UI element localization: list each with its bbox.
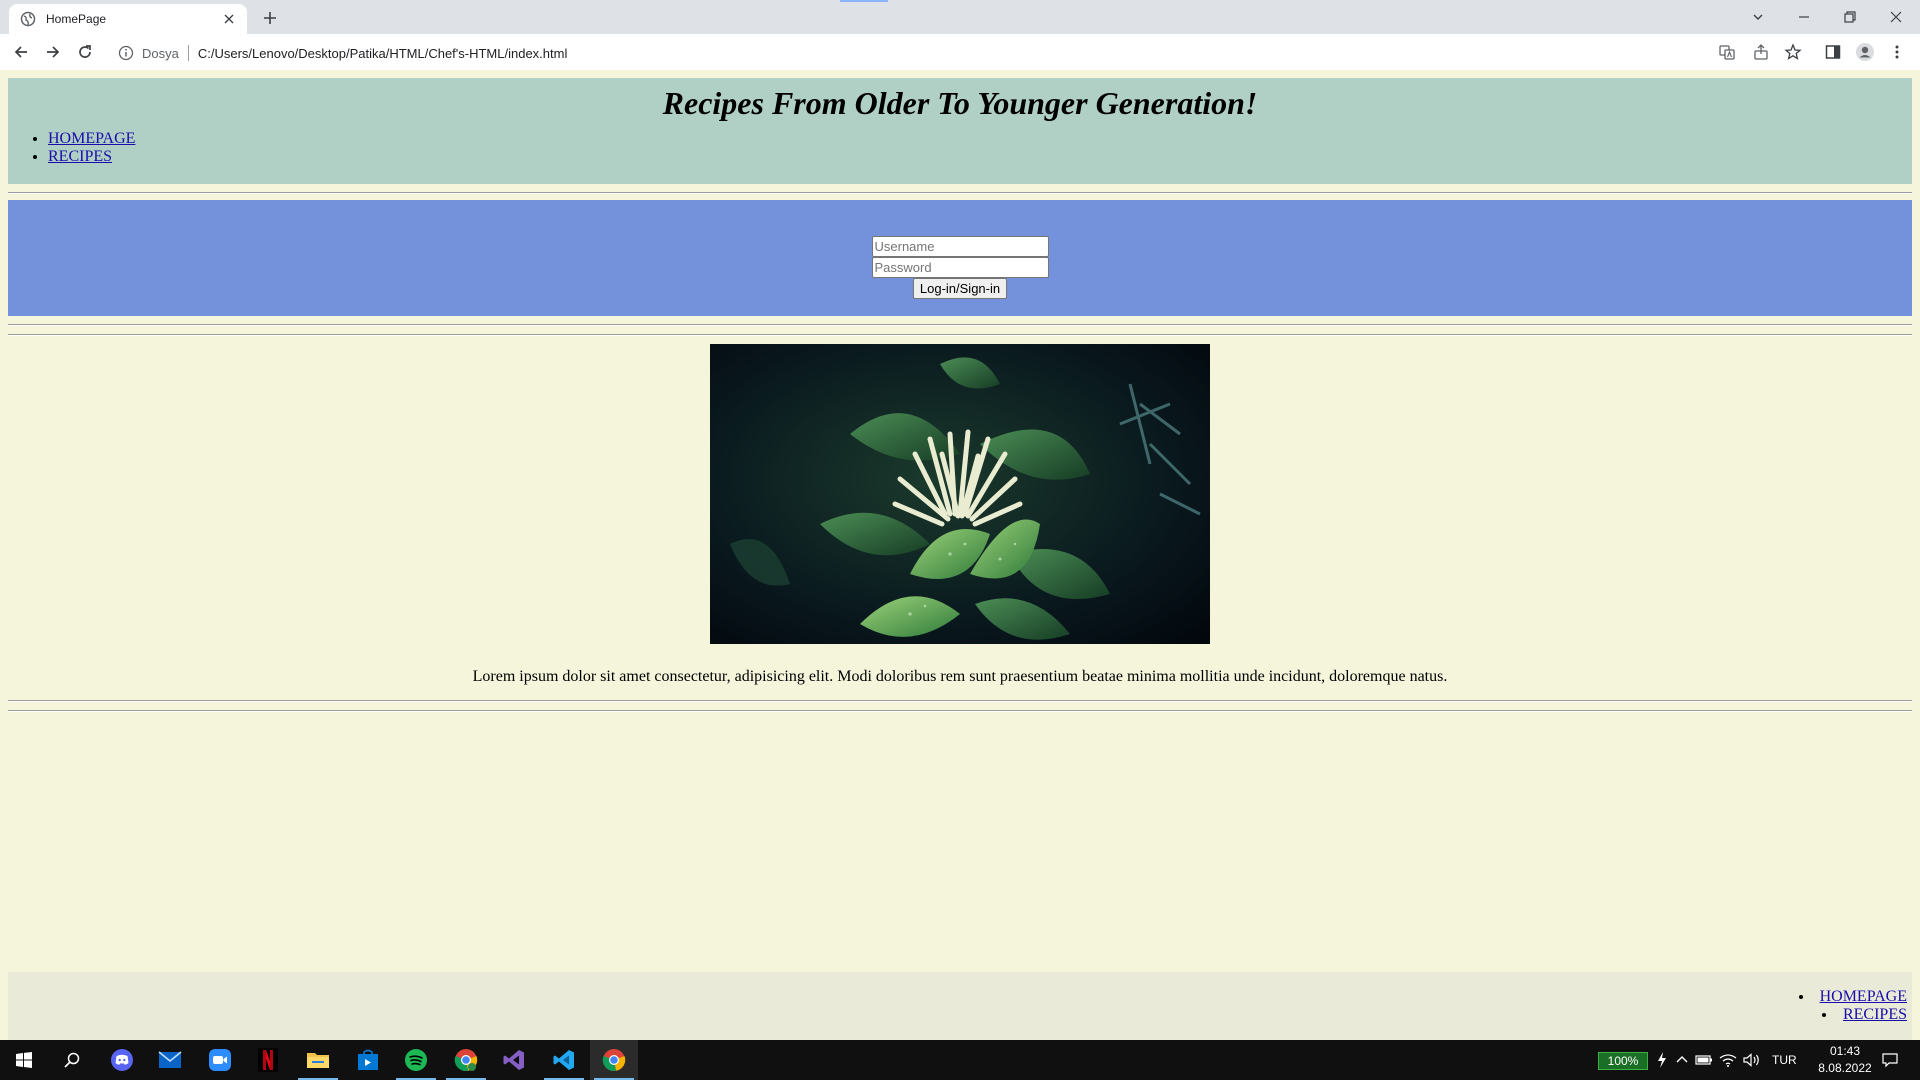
web-page: Recipes From Older To Younger Generation… <box>0 70 1920 1040</box>
side-panel-icon[interactable] <box>1823 42 1843 62</box>
username-input[interactable] <box>871 236 1049 257</box>
login-form: Log-in/Sign-in <box>8 236 1912 299</box>
browser-tab[interactable]: HomePage <box>9 4 247 34</box>
kebab-menu-icon[interactable] <box>1887 42 1907 62</box>
close-tab-icon[interactable] <box>221 11 237 27</box>
spotify-icon[interactable] <box>392 1040 440 1080</box>
homepage-link[interactable]: HOMEPAGE <box>48 130 135 147</box>
login-section: Log-in/Sign-in <box>8 200 1912 316</box>
close-window-icon[interactable] <box>1873 5 1919 29</box>
mail-icon[interactable] <box>146 1040 194 1080</box>
store-icon[interactable] <box>344 1040 392 1080</box>
notification-icon[interactable] <box>1880 1050 1900 1070</box>
tab-strip: HomePage <box>0 0 1920 34</box>
back-icon[interactable] <box>9 40 33 64</box>
site-footer: HOMEPAGE RECIPES <box>8 972 1912 1040</box>
tab-title: HomePage <box>46 12 107 26</box>
vscode-icon[interactable] <box>540 1040 588 1080</box>
forward-icon[interactable] <box>41 40 65 64</box>
footer-homepage-link[interactable]: HOMEPAGE <box>1820 988 1907 1005</box>
tab-indicator <box>840 0 888 2</box>
file-explorer-icon[interactable] <box>294 1040 342 1080</box>
chrome-active-icon[interactable] <box>590 1040 638 1080</box>
nav-item: HOMEPAGE <box>48 130 135 148</box>
language-indicator[interactable]: TUR <box>1772 1053 1797 1067</box>
battery-indicator[interactable]: 100% <box>1598 1052 1648 1070</box>
nav-item: RECIPES <box>1799 1006 1907 1024</box>
login-signin-button[interactable]: Log-in/Sign-in <box>912 278 1008 299</box>
wifi-icon[interactable] <box>1718 1050 1738 1070</box>
footer-recipes-link[interactable]: RECIPES <box>1843 1006 1907 1023</box>
search-icon[interactable] <box>48 1040 96 1080</box>
chevron-up-icon[interactable] <box>1672 1050 1692 1070</box>
translate-icon[interactable] <box>1717 42 1737 62</box>
bookmark-star-icon[interactable] <box>1783 42 1803 62</box>
restore-icon[interactable] <box>1827 5 1873 29</box>
divider <box>8 710 1912 712</box>
new-tab-button[interactable] <box>260 8 280 28</box>
profile-avatar-icon[interactable] <box>1855 42 1875 62</box>
reload-icon[interactable] <box>73 40 97 64</box>
page-body: Recipes From Older To Younger Generation… <box>8 78 1912 712</box>
chrome-icon[interactable] <box>442 1040 490 1080</box>
visual-studio-icon[interactable] <box>490 1040 538 1080</box>
divider <box>187 45 189 61</box>
plant-photo <box>710 344 1210 644</box>
info-icon[interactable] <box>118 45 134 61</box>
scheme-label: Dosya <box>142 45 179 61</box>
netflix-icon[interactable] <box>244 1040 292 1080</box>
main-content: Lorem ipsum dolor sit amet consectetur, … <box>8 344 1912 686</box>
clock-date[interactable]: 8.08.2022 <box>1806 1061 1884 1075</box>
site-header: Recipes From Older To Younger Generation… <box>8 78 1912 184</box>
discord-icon[interactable] <box>98 1040 146 1080</box>
globe-icon <box>20 11 36 27</box>
header-nav: HOMEPAGE RECIPES <box>8 130 135 166</box>
browser-toolbar: Dosya C:/Users/Lenovo/Desktop/Patika/HTM… <box>0 34 1920 70</box>
clock-time[interactable]: 01:43 <box>1819 1044 1871 1058</box>
start-icon[interactable] <box>0 1040 48 1080</box>
charging-icon <box>1652 1050 1672 1070</box>
url-text[interactable]: C:/Users/Lenovo/Desktop/Patika/HTML/Chef… <box>198 46 568 61</box>
password-input[interactable] <box>871 257 1049 278</box>
nav-item: RECIPES <box>48 148 135 166</box>
page-title: Recipes From Older To Younger Generation… <box>662 85 1258 121</box>
minimize-icon[interactable] <box>1781 5 1827 29</box>
intro-paragraph: Lorem ipsum dolor sit amet consectetur, … <box>472 668 1448 685</box>
nav-item: HOMEPAGE <box>1799 988 1907 1006</box>
footer-nav: HOMEPAGE RECIPES <box>1799 988 1907 1024</box>
battery-icon[interactable] <box>1694 1050 1714 1070</box>
taskbar: 100% TUR 01:43 8.08.2022 <box>0 1040 1920 1080</box>
address-bar[interactable]: Dosya C:/Users/Lenovo/Desktop/Patika/HTM… <box>108 39 1806 67</box>
recipes-link[interactable]: RECIPES <box>48 148 112 165</box>
zoom-icon[interactable] <box>196 1040 244 1080</box>
volume-icon[interactable] <box>1742 1050 1762 1070</box>
share-icon[interactable] <box>1751 42 1771 62</box>
tab-search-icon[interactable] <box>1735 5 1781 29</box>
